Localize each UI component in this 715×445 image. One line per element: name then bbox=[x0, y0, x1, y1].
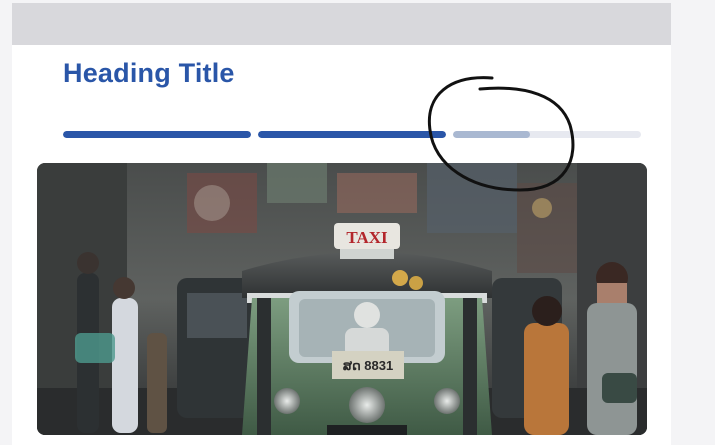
progress-segment-2 bbox=[258, 131, 446, 138]
progress-segment-1 bbox=[63, 131, 251, 138]
progress-segment-3 bbox=[453, 131, 641, 138]
taxi-sign-text: TAXI bbox=[346, 228, 388, 247]
top-bar bbox=[12, 3, 671, 45]
progress-fill bbox=[63, 131, 251, 138]
progress-fill bbox=[258, 131, 446, 138]
screen: Heading Title TAXI ສດ 8831 bbox=[0, 0, 715, 445]
tuk-tuk-street-photo: TAXI ສດ 8831 bbox=[37, 163, 647, 435]
page-title: Heading Title bbox=[63, 58, 235, 88]
license-plate-text: ສດ 8831 bbox=[343, 358, 393, 373]
content-card: Heading Title TAXI ສດ 8831 bbox=[12, 3, 671, 445]
progress-indicator bbox=[63, 131, 641, 139]
progress-fill bbox=[453, 131, 531, 138]
hero-image: TAXI ສດ 8831 bbox=[37, 163, 647, 435]
